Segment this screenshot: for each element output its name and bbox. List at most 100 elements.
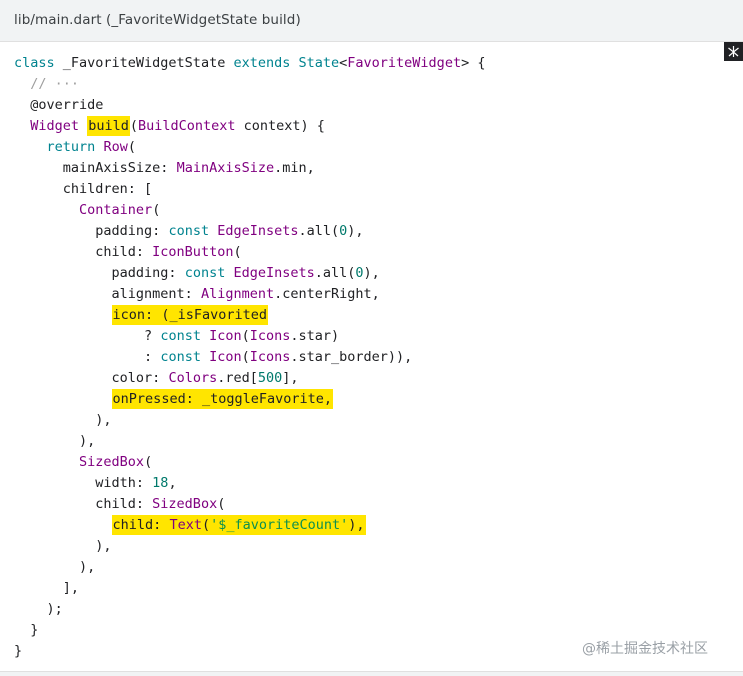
- code-text: ],: [14, 580, 80, 596]
- code-text: width:: [14, 475, 153, 491]
- code-text: }: [14, 643, 23, 659]
- type-name: Icons: [249, 328, 291, 344]
- code-line: mainAxisSize: MainAxisSize.min,: [0, 158, 743, 179]
- code-line: ],: [0, 578, 743, 599]
- highlighted-code: child: Text('$_favoriteCount'),: [111, 515, 366, 535]
- code-text: (: [201, 517, 211, 533]
- code-text: > {: [461, 55, 486, 71]
- type-name: IconButton: [152, 244, 234, 260]
- code-line: child: SizedBox(: [0, 494, 743, 515]
- code-text: padding:: [14, 265, 185, 281]
- code-line: ),: [0, 410, 743, 431]
- type-name: SizedBox: [152, 496, 218, 512]
- code-text: _FavoriteWidgetState: [54, 55, 234, 71]
- file-header: lib/main.dart (_FavoriteWidgetState buil…: [0, 0, 743, 42]
- string-literal: '$_favoriteCount': [210, 517, 349, 533]
- watermark: @稀土掘金技术社区: [582, 641, 708, 657]
- code-line: child: IconButton(: [0, 242, 743, 263]
- code-text: .min,: [274, 160, 315, 176]
- code-line: SizedBox(: [0, 452, 743, 473]
- type-name: Icon: [209, 349, 242, 365]
- code-line: icon: (_isFavorited: [0, 305, 743, 326]
- keyword: const: [168, 223, 210, 239]
- code-text: .red[: [217, 370, 258, 386]
- code-line: children: [: [0, 179, 743, 200]
- code-text: ),: [363, 265, 380, 281]
- number-literal: 0: [355, 265, 364, 281]
- type-name: MainAxisSize: [176, 160, 275, 176]
- keyword: extends: [233, 55, 291, 71]
- type-name: Row: [103, 139, 128, 155]
- code-line: ),: [0, 536, 743, 557]
- code-text: (: [152, 202, 161, 218]
- code-text: ),: [347, 223, 364, 239]
- code-text: );: [14, 601, 63, 617]
- code-text: alignment:: [14, 286, 201, 302]
- code-text: .star): [290, 328, 340, 344]
- type-name: State: [298, 55, 340, 71]
- code-line: // ···: [0, 74, 743, 95]
- code-text: child:: [112, 517, 170, 533]
- code-text: .all(: [298, 223, 340, 239]
- code-line: padding: const EdgeInsets.all(0),: [0, 263, 743, 284]
- code-text: ),: [348, 517, 365, 533]
- number-literal: 500: [257, 370, 283, 386]
- code-text: children: [: [14, 181, 153, 197]
- code-block: class _FavoriteWidgetState extends State…: [0, 53, 743, 662]
- code-text: .all(: [314, 265, 356, 281]
- type-name: Text: [169, 517, 202, 533]
- code-text: color:: [14, 370, 169, 386]
- code-line: @override: [0, 95, 743, 116]
- highlighted-code: icon: (_isFavorited: [111, 305, 268, 325]
- code-text: ),: [14, 538, 112, 554]
- code-text: .star_border)),: [290, 349, 413, 365]
- code-line: alignment: Alignment.centerRight,: [0, 284, 743, 305]
- code-line: ? const Icon(Icons.star): [0, 326, 743, 347]
- code-text: ?: [14, 328, 161, 344]
- code-line: class _FavoriteWidgetState extends State…: [0, 53, 743, 74]
- highlighted-code: build: [87, 116, 130, 136]
- code-line: child: Text('$_favoriteCount'),: [0, 515, 743, 536]
- code-line: Widget build(BuildContext context) {: [0, 116, 743, 137]
- code-line: ),: [0, 431, 743, 452]
- bottom-border: [0, 671, 743, 676]
- type-name: BuildContext: [137, 118, 236, 134]
- code-line: ),: [0, 557, 743, 578]
- type-name: EdgeInsets: [217, 223, 299, 239]
- code-text: (: [217, 496, 226, 512]
- keyword: const: [184, 265, 226, 281]
- code-line: : const Icon(Icons.star_border)),: [0, 347, 743, 368]
- type-name: Icons: [249, 349, 291, 365]
- code-text: (: [129, 118, 138, 134]
- code-text: context) {: [235, 118, 325, 134]
- code-text: (: [241, 349, 250, 365]
- number-literal: 18: [152, 475, 169, 491]
- code-text: (: [241, 328, 250, 344]
- code-text: :: [14, 349, 161, 365]
- type-name: FavoriteWidget: [347, 55, 462, 71]
- code-line: return Row(: [0, 137, 743, 158]
- code-line: onPressed: _toggleFavorite,: [0, 389, 743, 410]
- code-text: (: [144, 454, 153, 470]
- type-name: Icon: [209, 328, 242, 344]
- code-text: (: [233, 244, 242, 260]
- type-name: EdgeInsets: [233, 265, 315, 281]
- keyword: return: [46, 139, 96, 155]
- keyword: const: [160, 328, 201, 344]
- code-line: Container(: [0, 200, 743, 221]
- highlighted-code: onPressed: _toggleFavorite,: [111, 389, 333, 409]
- code-line: padding: const EdgeInsets.all(0),: [0, 221, 743, 242]
- code-text: ],: [282, 370, 299, 386]
- code-text: @override: [14, 97, 104, 113]
- type-name: Container: [79, 202, 153, 218]
